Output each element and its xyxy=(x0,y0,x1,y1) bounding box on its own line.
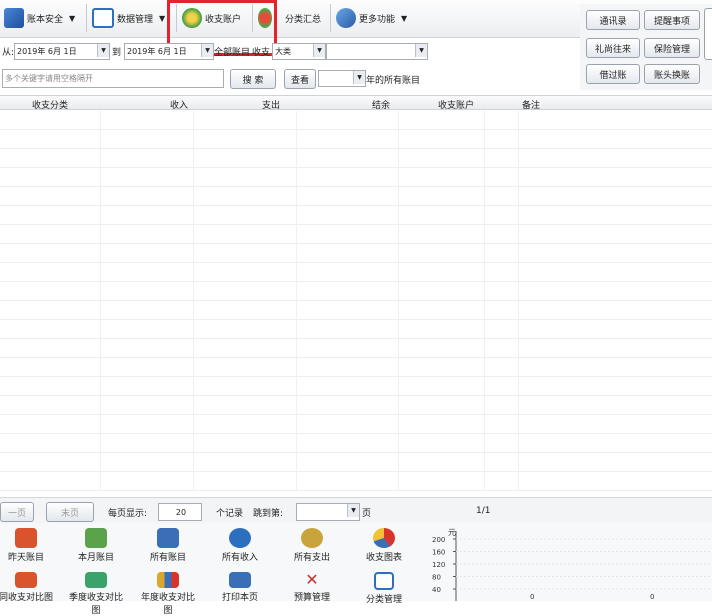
to-date-picker[interactable]: 2019年 6月 1日 ▼ xyxy=(124,43,214,60)
quick-item[interactable]: 年度收支对比图 xyxy=(138,572,198,616)
dropdown-arrow-icon: ▼ xyxy=(313,44,325,57)
quick-item[interactable]: 昨天账目 xyxy=(0,528,56,563)
gift-exchange-button[interactable]: 礼尚往来 xyxy=(586,38,640,58)
prev-page-button[interactable]: 一页 xyxy=(0,502,34,522)
dropdown-arrow-icon: ▼ xyxy=(347,504,359,517)
column-header[interactable]: 收支分类 xyxy=(32,98,68,111)
table-body[interactable] xyxy=(0,111,712,491)
dropdown-arrow-icon: ▼ xyxy=(97,44,109,57)
column-header[interactable]: 备注 xyxy=(522,98,540,111)
chevron-down-icon: ▼ xyxy=(69,13,76,23)
printer-icon xyxy=(229,572,251,588)
pie-chart-icon xyxy=(373,528,395,548)
column-divider xyxy=(296,111,297,491)
date-filter-row: 从: 2019年 6月 1日 ▼ 到 2019年 6月 1日 ▼ 全部账目 收支… xyxy=(0,42,580,62)
subcategory-select[interactable]: ▼ xyxy=(326,43,428,60)
search-button[interactable]: 搜 索 xyxy=(230,69,276,89)
quick-item[interactable]: 季度收支对比图 xyxy=(66,572,126,616)
chart-tick-label: 120 xyxy=(432,561,445,569)
window-icon xyxy=(92,8,114,28)
folder-icon xyxy=(85,528,107,548)
dropdown-arrow-icon: ▼ xyxy=(201,44,213,57)
column-header[interactable]: 收支账户 xyxy=(438,98,474,111)
person-plus-icon xyxy=(229,528,251,548)
per-page-input[interactable]: 20 xyxy=(158,503,202,521)
chevron-down-icon: ▼ xyxy=(401,13,408,23)
category-select[interactable]: 大类 ▼ xyxy=(272,43,326,60)
more-functions-button[interactable]: 更多功能 ▼ xyxy=(336,5,407,31)
quick-item[interactable]: 收支图表 xyxy=(354,528,414,563)
panel-edge-button[interactable] xyxy=(704,8,712,60)
column-header[interactable]: 收入 xyxy=(170,98,188,111)
jump-page-select[interactable]: ▼ xyxy=(296,503,360,521)
globe-icon xyxy=(336,8,356,28)
column-divider xyxy=(100,111,101,491)
chart-value-label: 0 xyxy=(650,593,654,601)
toolbar-divider xyxy=(86,4,87,32)
year-select[interactable]: ▼ xyxy=(318,70,366,87)
quick-item[interactable]: 所有支出 xyxy=(282,528,342,563)
data-management-button[interactable]: 数据管理 ▼ xyxy=(92,5,165,31)
quick-item[interactable]: 打印本页 xyxy=(210,572,270,603)
column-divider xyxy=(193,111,194,491)
chart-tick-label: 40 xyxy=(432,586,441,594)
quick-item[interactable]: ✕ 预算管理 xyxy=(282,570,342,604)
person-minus-icon xyxy=(301,528,323,548)
quick-item[interactable]: 所有收入 xyxy=(210,528,270,563)
mini-chart: 元200 160 120 80 40 0 0 xyxy=(432,528,710,601)
bar-chart-icon xyxy=(157,572,179,588)
pagination-bar: 一页 末页 每页显示: 20 个记录 跳到第: ▼ 页 1/1 xyxy=(0,497,712,523)
from-date-picker[interactable]: 2019年 6月 1日 ▼ xyxy=(14,43,110,60)
quick-item[interactable]: 所有账目 xyxy=(138,528,198,563)
column-header[interactable]: 结余 xyxy=(372,98,390,111)
account-transfer-button[interactable]: 账头换账 xyxy=(644,64,700,84)
quick-item[interactable]: 本月账目 xyxy=(66,528,126,563)
column-divider xyxy=(484,111,485,491)
reminders-button[interactable]: 提醒事项 xyxy=(644,10,700,30)
chevron-down-icon: ▼ xyxy=(159,13,166,23)
insurance-management-button[interactable]: 保险管理 xyxy=(644,38,700,58)
quick-item[interactable]: 分类管理 xyxy=(354,572,414,605)
chart-tick-label: 200 xyxy=(432,536,445,544)
book-icon xyxy=(4,8,24,28)
document-icon xyxy=(374,572,394,590)
last-page-button[interactable]: 末页 xyxy=(46,502,94,522)
calendar-icon xyxy=(85,572,107,588)
column-divider xyxy=(398,111,399,491)
column-header[interactable]: 支出 xyxy=(262,98,280,111)
column-divider xyxy=(518,111,519,491)
chart-tick-label: 160 xyxy=(432,549,445,557)
cloud-icon xyxy=(157,528,179,548)
dropdown-arrow-icon: ▼ xyxy=(415,44,427,57)
toolbar-divider xyxy=(330,4,331,32)
cross-icon: ✕ xyxy=(305,570,319,589)
shortcut-panel: 通讯录 提醒事项 礼尚往来 保险管理 借过账 账头换账 xyxy=(580,4,712,90)
past-accounts-button[interactable]: 借过账 xyxy=(586,64,640,84)
quick-item[interactable]: 同收支对比图 xyxy=(0,572,56,603)
contacts-button[interactable]: 通讯录 xyxy=(586,10,640,30)
chart-tick-label: 80 xyxy=(432,574,441,582)
cart-icon xyxy=(15,572,37,588)
table-header: 收支分类 收入 支出 结余 收支账户 备注 xyxy=(0,95,712,111)
chart-unit-label: 元 xyxy=(448,528,456,537)
keyword-search-input[interactable]: 多个关键字请用空格隔开 xyxy=(2,69,224,88)
chart-value-label: 0 xyxy=(530,593,534,601)
dropdown-arrow-icon: ▼ xyxy=(353,71,365,84)
account-security-button[interactable]: 账本安全 ▼ xyxy=(4,5,75,31)
view-button[interactable]: 查看 xyxy=(284,69,316,89)
folder-icon xyxy=(15,528,37,548)
